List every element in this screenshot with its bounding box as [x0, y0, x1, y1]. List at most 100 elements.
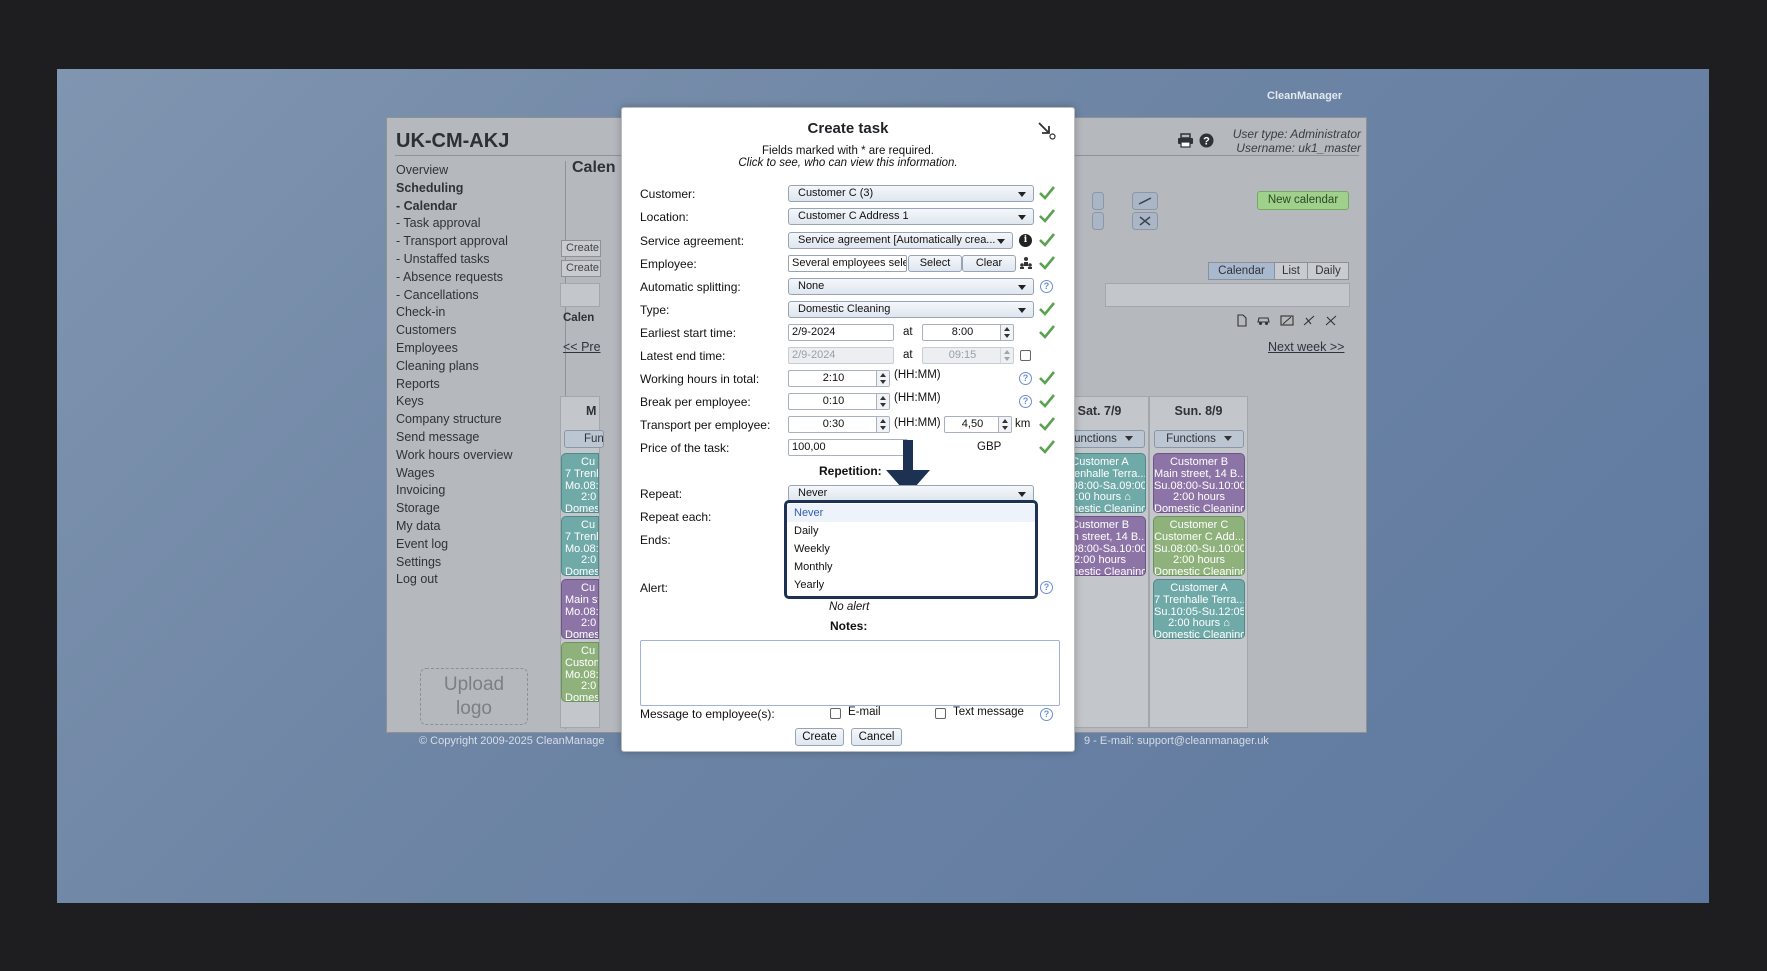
sidebar-item[interactable]: Keys — [396, 393, 546, 411]
spinner-icon[interactable] — [998, 417, 1011, 432]
sidebar-item[interactable]: Overview — [396, 162, 546, 180]
delete-icon[interactable] — [1324, 314, 1338, 332]
create-button[interactable]: Create — [795, 728, 844, 746]
sidebar-item[interactable]: Log out — [396, 571, 546, 589]
help-icon[interactable]: ? — [1019, 395, 1032, 408]
sidebar-item[interactable]: Invoicing — [396, 482, 546, 500]
sidebar-item[interactable]: - Absence requests — [396, 269, 546, 287]
sidebar-item[interactable]: My data — [396, 518, 546, 536]
select-employee-button[interactable]: Select — [908, 255, 962, 272]
break-input[interactable]: 0:10 — [788, 393, 890, 410]
sidebar-item[interactable]: Scheduling — [396, 180, 546, 198]
create-button-1[interactable]: Create — [561, 240, 601, 257]
task-card[interactable]: CuCustomMo.08:2:0Domes — [561, 642, 599, 702]
task-card[interactable]: Cu 7 Trenh Mo.08: 2:0 Domes — [561, 453, 599, 513]
customer-select[interactable]: Customer C (3) — [788, 185, 1034, 202]
car-icon[interactable] — [1256, 314, 1271, 332]
task-card[interactable]: Customer C Customer C Add... Su.08:00-Su.1… — [1153, 516, 1245, 576]
sidebar-item[interactable]: Settings — [396, 554, 546, 572]
sidebar-item[interactable]: Customers — [396, 322, 546, 340]
tab-list[interactable]: List — [1274, 262, 1308, 280]
toolbar-icon-2[interactable] — [1132, 212, 1158, 235]
check-icon — [1038, 324, 1056, 340]
cancel-button[interactable]: Cancel — [851, 728, 902, 746]
sidebar-item[interactable]: Work hours overview — [396, 447, 546, 465]
notes-textarea[interactable] — [640, 640, 1060, 706]
task-card-line: 7 Trenhalle Terra... — [1154, 593, 1245, 606]
sidebar-item[interactable]: Employees — [396, 340, 546, 358]
day-header: Sun. 8/9 — [1174, 404, 1223, 418]
task-card[interactable]: Customer A7 Trenhalle Terra... Su.10:05-S… — [1153, 579, 1245, 639]
working-hours-input[interactable]: 2:10 — [788, 370, 890, 387]
create-button-2[interactable]: Create — [561, 260, 601, 277]
employee-field[interactable]: Several employees sele — [788, 255, 907, 272]
sidebar-item[interactable]: Reports — [396, 376, 546, 394]
upload-logo-button[interactable]: Upload logo — [420, 668, 528, 725]
repeat-option-daily[interactable]: Daily — [787, 522, 1035, 540]
tab-daily[interactable]: Daily — [1307, 262, 1349, 280]
sidebar-item[interactable]: Cleaning plans — [396, 358, 546, 376]
upload-logo-line2: logo — [456, 698, 492, 719]
monday-functions-button[interactable]: Fun — [564, 430, 604, 448]
transport-km-input[interactable]: 4,50 — [944, 416, 1012, 433]
end-time-checkbox[interactable] — [1020, 350, 1031, 361]
sidebar-item[interactable]: - Transport approval — [396, 233, 546, 251]
spinner-icon[interactable] — [876, 371, 889, 386]
type-select[interactable]: Domestic Cleaning — [788, 301, 1034, 318]
company-title: UK-CM-AKJ — [396, 130, 510, 152]
visibility-note[interactable]: Click to see, who can view this informat… — [622, 157, 1074, 169]
sidebar-item[interactable]: Check-in — [396, 304, 546, 322]
clear-employee-button[interactable]: Clear — [962, 255, 1016, 272]
transport-time-input[interactable]: 0:30 — [788, 416, 890, 433]
spinner-icon[interactable] — [876, 417, 889, 432]
repeat-option-never[interactable]: Never — [787, 504, 1035, 522]
strike-icon[interactable] — [1302, 314, 1316, 332]
help-icon[interactable]: ? — [1040, 581, 1053, 594]
new-calendar-button[interactable]: New calendar — [1257, 191, 1349, 210]
ends-label: Ends: — [640, 533, 671, 547]
document-icon[interactable] — [1236, 314, 1248, 332]
toolbar-icon-4[interactable] — [1092, 212, 1104, 235]
spinner-icon[interactable] — [1000, 325, 1013, 340]
sms-checkbox[interactable] — [935, 708, 946, 719]
sidebar-item[interactable]: - Calendar — [396, 198, 546, 216]
service-agreement-select[interactable]: Service agreement [Automatically crea... — [788, 232, 1013, 249]
tab-calendar[interactable]: Calendar — [1208, 262, 1275, 280]
calendar-label: Calen — [563, 312, 595, 324]
sidebar-item[interactable]: Company structure — [396, 411, 546, 429]
sidebar-item[interactable]: Event log — [396, 536, 546, 554]
help-icon[interactable]: ? — [1019, 372, 1032, 385]
note-icon[interactable] — [1280, 314, 1294, 332]
email-checkbox[interactable] — [830, 708, 841, 719]
repeat-each-label: Repeat each: — [640, 510, 712, 524]
sidebar-item[interactable]: - Cancellations — [396, 287, 546, 305]
help-icon[interactable]: ? — [1199, 133, 1214, 152]
minimize-dialog-icon[interactable] — [1036, 120, 1058, 142]
info-icon[interactable]: i — [1019, 234, 1032, 247]
sidebar-item[interactable]: Wages — [396, 465, 546, 483]
sidebar-item[interactable]: - Unstaffed tasks — [396, 251, 546, 269]
sidebar-item[interactable]: Storage — [396, 500, 546, 518]
help-icon[interactable]: ? — [1040, 708, 1053, 721]
repeat-option-yearly[interactable]: Yearly — [787, 576, 1035, 594]
next-week-link[interactable]: Next week >> — [1268, 340, 1344, 354]
previous-week-link[interactable]: << Pre — [563, 340, 601, 354]
task-card[interactable]: Cu 7 Trenh Mo.08: 2:0 Domes — [561, 516, 599, 576]
start-date-input[interactable]: 2/9-2024 — [788, 324, 894, 341]
functions-button[interactable]: Functions — [1154, 430, 1244, 448]
automatic-splitting-select[interactable]: None — [788, 278, 1034, 295]
task-card[interactable]: Customer B Main street, 14 B... Su.08:00-S… — [1153, 453, 1245, 513]
help-icon[interactable]: ? — [1040, 280, 1053, 293]
task-card[interactable]: Cu Main st Mo.08: 2:0 Domes — [561, 579, 599, 639]
sidebar-item[interactable]: - Task approval — [396, 215, 546, 233]
repeat-option-monthly[interactable]: Monthly — [787, 558, 1035, 576]
employee-group-icon[interactable] — [1019, 256, 1033, 275]
repeat-option-weekly[interactable]: Weekly — [787, 540, 1035, 558]
print-icon[interactable] — [1177, 133, 1194, 152]
transport-time-value: 0:30 — [822, 418, 845, 430]
spinner-icon[interactable] — [876, 394, 889, 409]
task-card-line: Customer C Add... — [1154, 530, 1244, 543]
start-time-input[interactable]: 8:00 — [922, 324, 1014, 341]
location-select[interactable]: Customer C Address 1 — [788, 208, 1034, 225]
sidebar-item[interactable]: Send message — [396, 429, 546, 447]
